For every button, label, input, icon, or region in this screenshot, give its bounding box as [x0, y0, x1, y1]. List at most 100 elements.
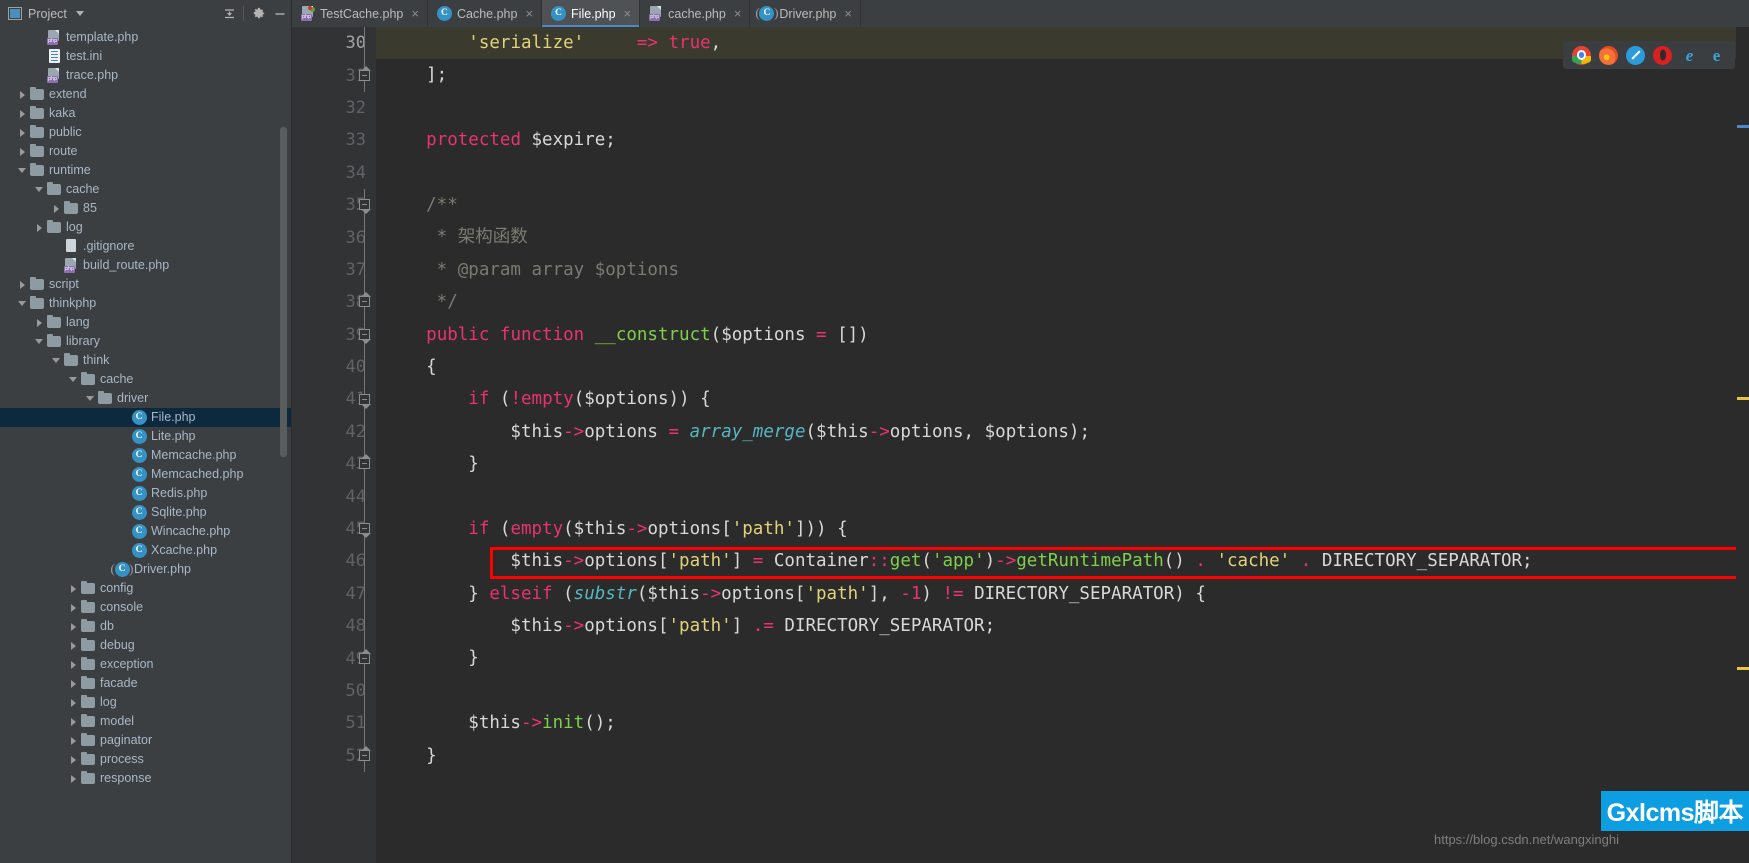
chevron-right-icon[interactable] — [51, 199, 63, 218]
code-line-51[interactable]: $this->init(); — [376, 707, 1749, 739]
tree-node-trace-php[interactable]: php trace.php — [0, 66, 291, 85]
editor-tab-cache-php[interactable]: C Cache.php × — [428, 0, 543, 27]
tree-node-sqlite-php[interactable]: C Sqlite.php — [0, 503, 291, 522]
code-folding-column[interactable] — [354, 27, 376, 863]
fold-toggle-35[interactable] — [359, 199, 371, 215]
chevron-down-icon[interactable] — [51, 351, 63, 370]
code-line-35[interactable]: /** — [376, 189, 1749, 221]
opera-icon[interactable] — [1653, 45, 1672, 65]
chevron-right-icon[interactable] — [68, 712, 80, 731]
tree-node-kaka[interactable]: kaka — [0, 104, 291, 123]
safari-icon[interactable] — [1626, 45, 1645, 65]
collapse-all-icon[interactable] — [218, 3, 240, 25]
code-line-44[interactable] — [376, 480, 1749, 512]
hide-panel-icon[interactable] — [269, 3, 291, 25]
editor-tab-cache-php[interactable]: php cache.php × — [640, 0, 751, 27]
tree-node-extend[interactable]: extend — [0, 85, 291, 104]
code-line-42[interactable]: $this->options = array_merge($this->opti… — [376, 416, 1749, 448]
tree-node-runtime[interactable]: runtime — [0, 161, 291, 180]
code-line-41[interactable]: if (!empty($options)) { — [376, 383, 1749, 415]
chevron-right-icon[interactable] — [68, 750, 80, 769]
code-line-33[interactable]: protected $expire; — [376, 124, 1749, 156]
code-line-32[interactable] — [376, 92, 1749, 124]
tree-node-log[interactable]: log — [0, 693, 291, 712]
chevron-right-icon[interactable] — [68, 655, 80, 674]
fold-toggle-45[interactable] — [359, 523, 371, 539]
tree-node-lang[interactable]: lang — [0, 313, 291, 332]
code-line-30[interactable]: 'serialize' => true, — [376, 27, 1749, 60]
editor-tab-driver-php[interactable]: CDriver.php × — [750, 0, 861, 27]
tree-node-config[interactable]: config — [0, 579, 291, 598]
tree-node-memcache-php[interactable]: C Memcache.php — [0, 446, 291, 465]
close-icon[interactable]: × — [525, 7, 533, 20]
chrome-icon[interactable] — [1572, 45, 1591, 65]
gear-icon[interactable] — [247, 3, 269, 25]
chevron-right-icon[interactable] — [68, 636, 80, 655]
editor-tab-file-php[interactable]: C File.php × — [542, 0, 641, 27]
chevron-right-icon[interactable] — [68, 693, 80, 712]
chevron-right-icon[interactable] — [34, 218, 46, 237]
code-line-50[interactable] — [376, 675, 1749, 707]
chevron-down-icon[interactable] — [68, 370, 80, 389]
code-line-40[interactable]: { — [376, 351, 1749, 383]
ie-icon[interactable]: e — [1680, 46, 1699, 65]
browser-launcher-strip[interactable]: ee — [1563, 41, 1735, 69]
tree-node-build_route-php[interactable]: php build_route.php — [0, 256, 291, 275]
code-line-52[interactable]: } — [376, 740, 1749, 772]
tree-node-xcache-php[interactable]: C Xcache.php — [0, 541, 291, 560]
chevron-right-icon[interactable] — [17, 85, 29, 104]
chevron-right-icon[interactable] — [68, 769, 80, 788]
code-line-31[interactable]: ]; — [376, 59, 1749, 91]
tree-node-log[interactable]: log — [0, 218, 291, 237]
chevron-right-icon[interactable] — [68, 731, 80, 750]
code-line-37[interactable]: * @param array $options — [376, 254, 1749, 286]
tree-node-debug[interactable]: debug — [0, 636, 291, 655]
fold-toggle-52[interactable] — [359, 746, 371, 761]
tree-node-redis-php[interactable]: C Redis.php — [0, 484, 291, 503]
tree-node-driver[interactable]: driver — [0, 389, 291, 408]
code-line-49[interactable]: } — [376, 642, 1749, 674]
tree-node-thinkphp[interactable]: thinkphp — [0, 294, 291, 313]
tree-node-db[interactable]: db — [0, 617, 291, 636]
tree-node-console[interactable]: console — [0, 598, 291, 617]
code-line-43[interactable]: } — [376, 448, 1749, 480]
tree-node-exception[interactable]: exception — [0, 655, 291, 674]
tree-node-library[interactable]: library — [0, 332, 291, 351]
chevron-right-icon[interactable] — [68, 579, 80, 598]
chevron-right-icon[interactable] — [68, 617, 80, 636]
fold-toggle-39[interactable] — [359, 328, 371, 344]
tree-node-facade[interactable]: facade — [0, 674, 291, 693]
chevron-down-icon[interactable] — [85, 389, 97, 408]
tree-node--gitignore[interactable]: .gitignore — [0, 237, 291, 256]
sidebar-scrollbar-track[interactable] — [280, 27, 289, 863]
code-line-36[interactable]: * 架构函数 — [376, 221, 1749, 253]
close-icon[interactable]: × — [624, 7, 632, 20]
chevron-down-icon[interactable] — [17, 161, 29, 180]
code-line-46[interactable]: $this->options['path'] = Container::get(… — [376, 545, 1749, 577]
editor-tab-testcache-php[interactable]: php TestCache.php × — [292, 0, 428, 27]
tree-node-route[interactable]: route — [0, 142, 291, 161]
tree-node-response[interactable]: response — [0, 769, 291, 788]
tree-node-test-ini[interactable]: test.ini — [0, 47, 291, 66]
chevron-down-icon[interactable] — [17, 294, 29, 313]
fold-toggle-49[interactable] — [359, 648, 371, 664]
code-content[interactable]: 'serialize' => true, ]; protected $expir… — [376, 27, 1749, 863]
chevron-right-icon[interactable] — [34, 313, 46, 332]
tree-node-85[interactable]: 85 — [0, 199, 291, 218]
code-line-48[interactable]: $this->options['path'] .= DIRECTORY_SEPA… — [376, 610, 1749, 642]
editor-scrollbar[interactable] — [1736, 27, 1749, 863]
code-line-39[interactable]: public function __construct($options = [… — [376, 319, 1749, 351]
tree-node-driver-php[interactable]: CDriver.php — [0, 560, 291, 579]
tree-node-process[interactable]: process — [0, 750, 291, 769]
edge-icon[interactable]: e — [1707, 46, 1726, 65]
tree-node-script[interactable]: script — [0, 275, 291, 294]
firefox-icon[interactable] — [1599, 45, 1618, 65]
fold-toggle-31[interactable] — [359, 65, 371, 81]
close-icon[interactable]: × — [844, 7, 852, 20]
chevron-right-icon[interactable] — [68, 598, 80, 617]
tree-node-file-php[interactable]: C File.php — [0, 408, 291, 427]
fold-toggle-38[interactable] — [359, 292, 371, 308]
project-title-group[interactable]: Project — [8, 7, 84, 21]
chevron-down-icon[interactable] — [75, 11, 84, 16]
chevron-right-icon[interactable] — [17, 142, 29, 161]
